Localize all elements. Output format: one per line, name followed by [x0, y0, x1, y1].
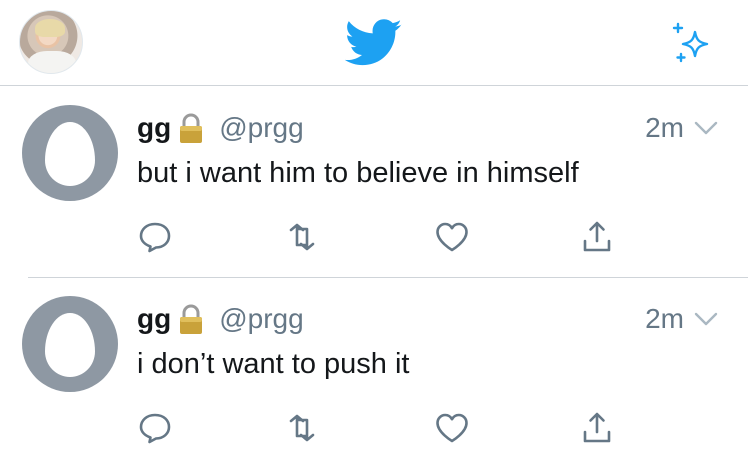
retweet-icon	[289, 223, 315, 251]
tweet-header: gg @prgg	[137, 110, 304, 146]
tweet-avatar[interactable]	[22, 296, 118, 392]
egg-icon	[45, 313, 95, 377]
retweet-button[interactable]	[282, 217, 322, 257]
user-handle[interactable]: @prgg	[219, 303, 303, 335]
tweet-actions	[0, 217, 748, 261]
retweet-icon	[289, 414, 315, 442]
lock-icon	[180, 304, 203, 334]
chevron-down-icon[interactable]	[694, 311, 718, 327]
retweet-button[interactable]	[282, 408, 322, 448]
like-button[interactable]	[432, 408, 472, 448]
lock-icon	[180, 113, 203, 143]
sparkle-icon[interactable]	[668, 20, 716, 68]
display-name[interactable]: gg	[137, 303, 171, 335]
timeline-screen: gg @prgg 2m but i want him to believe in…	[0, 0, 748, 454]
user-handle[interactable]: @prgg	[219, 112, 303, 144]
share-icon	[583, 221, 611, 252]
tweet[interactable]: gg @prgg 2m i don’t want to push it	[0, 278, 748, 454]
avatar-hair	[35, 19, 65, 37]
heart-icon	[436, 222, 468, 252]
reply-button[interactable]	[135, 217, 175, 257]
share-button[interactable]	[577, 408, 617, 448]
reply-icon	[139, 222, 171, 253]
share-icon	[583, 412, 611, 443]
twitter-bird-icon	[345, 19, 402, 66]
like-button[interactable]	[432, 217, 472, 257]
heart-icon	[436, 413, 468, 443]
display-name[interactable]: gg	[137, 112, 171, 144]
chevron-down-icon[interactable]	[694, 120, 718, 136]
reply-button[interactable]	[135, 408, 175, 448]
share-button[interactable]	[577, 217, 617, 257]
tweet-meta: 2m	[645, 301, 718, 337]
timestamp: 2m	[645, 303, 684, 334]
top-bar	[0, 0, 748, 86]
tweet-meta: 2m	[645, 110, 718, 146]
profile-avatar[interactable]	[19, 10, 83, 74]
reply-icon	[139, 413, 171, 444]
tweet-actions	[0, 408, 748, 452]
tweet[interactable]: gg @prgg 2m but i want him to believe in…	[0, 87, 748, 277]
tweet-avatar[interactable]	[22, 105, 118, 201]
tweet-text: i don’t want to push it	[137, 348, 410, 380]
timestamp: 2m	[645, 112, 684, 143]
tweet-header: gg @prgg	[137, 301, 304, 337]
tweet-text: but i want him to believe in himself	[137, 157, 579, 189]
egg-icon	[45, 122, 95, 186]
avatar-shirt	[28, 51, 76, 73]
